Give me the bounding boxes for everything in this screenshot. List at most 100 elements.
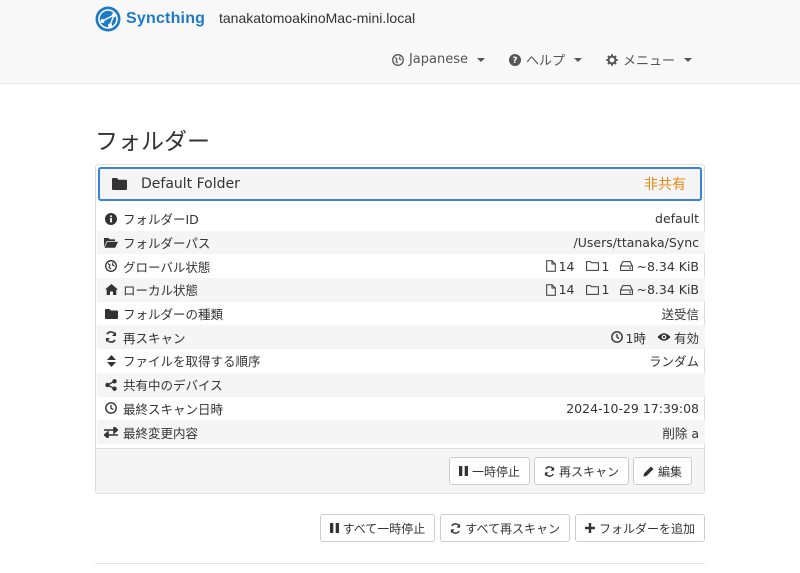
file-count: 14 xyxy=(558,258,575,274)
detail-label: ファイルを取得する順序 xyxy=(123,354,261,370)
folder-panel: Default Folder 非共有 フォルダーID default フォルダー… xyxy=(95,164,705,494)
data-size: ~8.34 KiB xyxy=(636,282,699,298)
pause-button-label: 一時停止 xyxy=(471,464,520,479)
folder-name: Default Folder xyxy=(141,176,240,192)
directory-count: 1 xyxy=(601,258,610,274)
folder-outline-icon xyxy=(585,261,599,272)
nav-menus: Japanese ? ヘルプ メニュー xyxy=(391,50,692,69)
sort-icon xyxy=(106,354,116,367)
caret-down-icon xyxy=(684,57,692,62)
folder-icon xyxy=(112,178,127,190)
file-count: 14 xyxy=(558,282,575,298)
detail-row-local-state: ローカル状態 14 1 ~8.34 KiB xyxy=(97,278,705,302)
detail-label: 最終スキャン日時 xyxy=(123,401,224,417)
refresh-icon xyxy=(544,465,555,477)
caret-down-icon xyxy=(476,57,485,62)
detail-value: 送受信 xyxy=(661,307,699,323)
pause-icon xyxy=(329,523,339,533)
detail-label: 共有中のデバイス xyxy=(123,378,223,394)
home-icon xyxy=(104,284,118,296)
globe-icon xyxy=(391,53,404,66)
main-menu[interactable]: メニュー xyxy=(606,50,692,69)
detail-row-latest-change: 最終変更内容 削除 a xyxy=(97,420,705,444)
hdd-icon xyxy=(620,285,634,295)
clock-icon xyxy=(105,402,117,415)
detail-row-folder-type: フォルダーの種類 送受信 xyxy=(97,302,705,326)
pause-icon xyxy=(458,466,468,476)
detail-value: ランダム xyxy=(648,354,699,370)
watch-status: 有効 xyxy=(673,330,699,346)
detail-value: 削除 a xyxy=(662,425,699,441)
rescan-interval: 1時 xyxy=(625,330,646,346)
navbar: Syncthing tanakatomoakinoMac-mini.local … xyxy=(0,0,800,84)
detail-label: フォルダーID xyxy=(123,212,199,228)
help-menu[interactable]: ? ヘルプ xyxy=(508,50,582,69)
detail-label: 最終変更内容 xyxy=(123,425,199,441)
share-alt-icon xyxy=(105,378,117,391)
eye-icon xyxy=(657,333,671,342)
directory-count: 1 xyxy=(601,282,610,298)
detail-row-last-scan: 最終スキャン日時 2024-10-29 17:39:08 xyxy=(97,397,705,421)
detail-row-folder-id: フォルダーID default xyxy=(97,207,705,231)
pencil-icon xyxy=(643,466,654,476)
refresh-icon xyxy=(451,522,461,534)
detail-label: ローカル状態 xyxy=(123,283,199,299)
folder-open-icon xyxy=(104,238,118,248)
detail-value: 2024-10-29 17:39:08 xyxy=(566,400,699,416)
detail-value: 1時 有効 xyxy=(603,328,699,347)
language-menu-label: Japanese xyxy=(408,52,468,67)
edit-button[interactable]: 編集 xyxy=(632,457,692,485)
brand[interactable]: Syncthing xyxy=(95,5,205,33)
rescan-button-label: 再スキャン xyxy=(558,464,619,479)
language-menu[interactable]: Japanese xyxy=(391,52,485,67)
folder-panel-footer: 一時停止 再スキャン 編集 xyxy=(96,448,704,493)
detail-label: フォルダーの種類 xyxy=(123,307,224,323)
detail-row-rescan: 再スキャン 1時 有効 xyxy=(97,325,705,350)
detail-row-folder-path: フォルダーパス /Users/ttanaka/Sync xyxy=(97,230,705,255)
detail-row-global-state: グローバル状態 14 1 ~8.34 KiB xyxy=(97,254,705,278)
question-circle-icon: ? xyxy=(508,53,521,66)
global-folder-actions: すべて一時停止 すべて再スキャン フォルダーを追加 xyxy=(319,514,705,542)
info-circle-icon xyxy=(105,212,117,225)
svg-text:?: ? xyxy=(512,56,517,66)
add-folder-button-label: フォルダーを追加 xyxy=(598,521,695,536)
detail-row-pull-order: ファイルを取得する順序 ランダム xyxy=(97,349,705,373)
detail-value: 14 1 ~8.34 KiB xyxy=(538,282,699,297)
rescan-all-button[interactable]: すべて再スキャン xyxy=(440,514,570,542)
syncthing-logo-icon xyxy=(95,6,121,32)
main-menu-label: メニュー xyxy=(622,54,675,69)
exchange-icon xyxy=(104,426,118,438)
section-divider xyxy=(95,563,705,564)
pause-button[interactable]: 一時停止 xyxy=(448,457,530,485)
refresh-icon xyxy=(106,331,116,344)
folder-panel-heading[interactable]: Default Folder 非共有 xyxy=(98,167,702,201)
caret-down-icon xyxy=(573,57,582,62)
brand-name: Syncthing xyxy=(126,10,206,27)
help-menu-label: ヘルプ xyxy=(525,54,565,69)
file-icon xyxy=(545,284,556,296)
add-folder-button[interactable]: フォルダーを追加 xyxy=(574,514,705,542)
detail-value: default xyxy=(655,211,699,227)
folder-status-badge: 非共有 xyxy=(644,177,686,193)
detail-label: 再スキャン xyxy=(123,330,186,346)
edit-button-label: 編集 xyxy=(657,464,682,479)
hdd-icon xyxy=(620,261,634,272)
file-icon xyxy=(545,260,556,273)
pause-all-button[interactable]: すべて一時停止 xyxy=(319,514,436,542)
folder-icon xyxy=(104,308,118,319)
plus-icon xyxy=(584,523,595,533)
detail-value: /Users/ttanaka/Sync xyxy=(573,235,700,251)
detail-label: グローバル状態 xyxy=(123,259,211,275)
detail-row-shared-devices: 共有中のデバイス xyxy=(97,372,705,397)
folder-details: フォルダーID default フォルダーパス /Users/ttanaka/S… xyxy=(97,207,705,444)
pause-all-button-label: すべて一時停止 xyxy=(342,521,426,536)
folder-outline-icon xyxy=(585,285,599,295)
globe-icon xyxy=(105,260,117,273)
data-size: ~8.34 KiB xyxy=(636,258,699,274)
cog-icon xyxy=(606,53,618,66)
clock-icon xyxy=(610,331,623,344)
rescan-all-button-label: すべて再スキャン xyxy=(465,521,560,536)
page-title: フォルダー xyxy=(95,129,210,155)
rescan-button[interactable]: 再スキャン xyxy=(533,457,629,485)
device-hostname: tanakatomoakinoMac-mini.local xyxy=(219,10,416,26)
